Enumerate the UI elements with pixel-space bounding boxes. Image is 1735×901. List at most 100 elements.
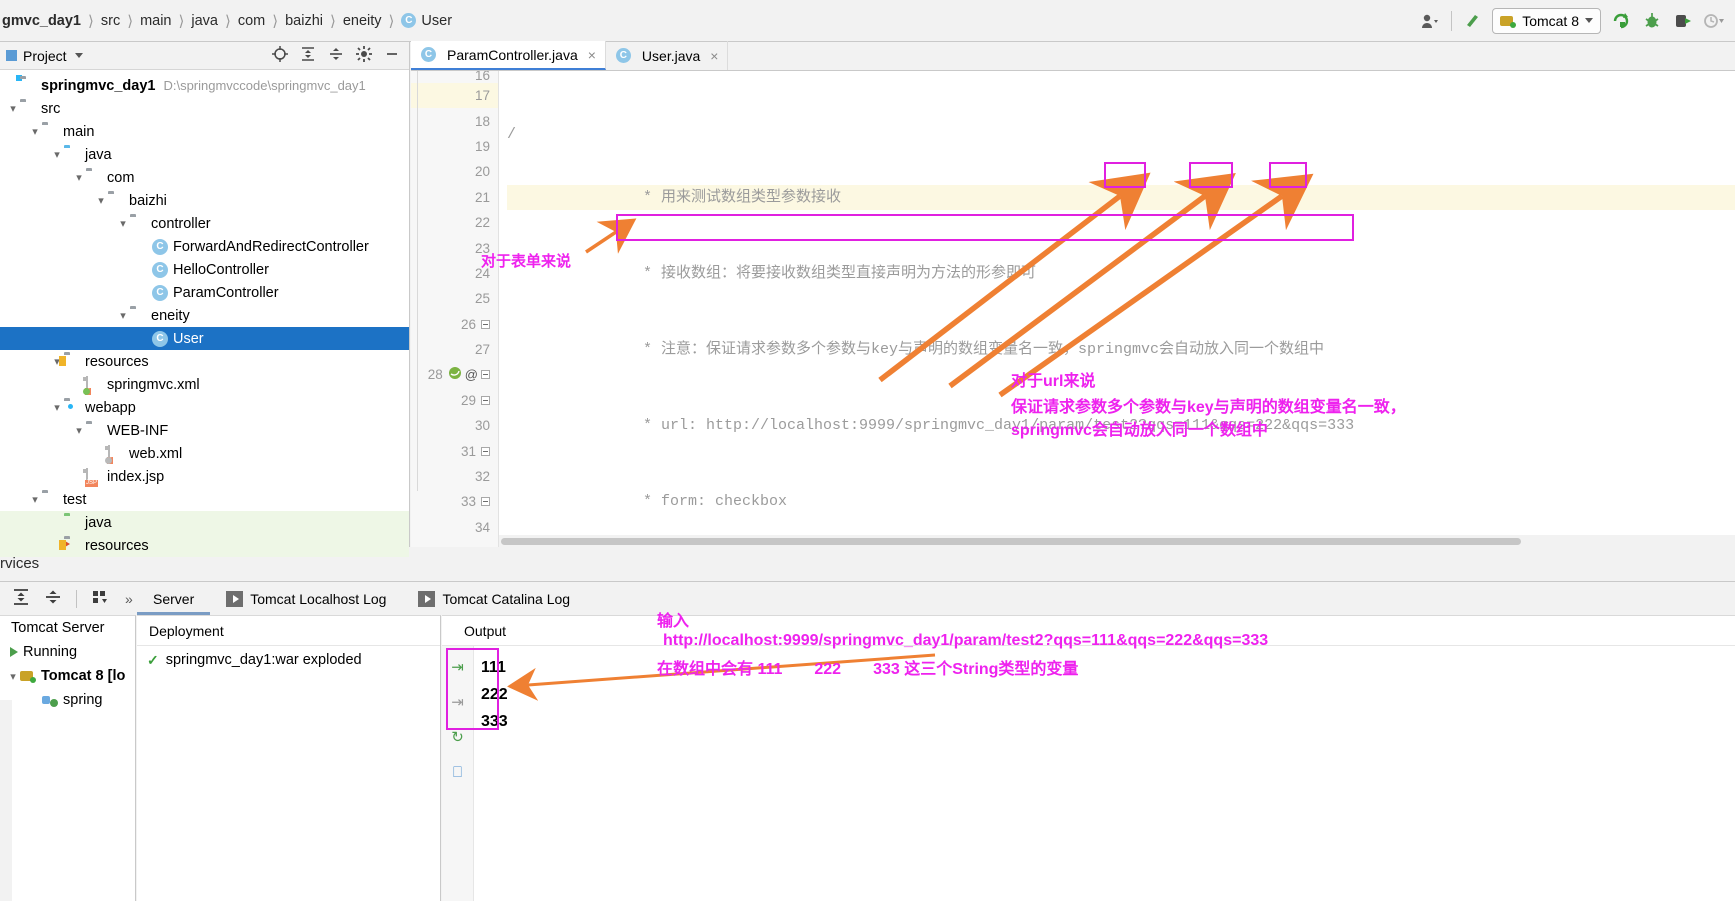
output-header: Output: [442, 616, 1735, 646]
more-chevrons-icon[interactable]: »: [125, 591, 133, 607]
tab-tomcat-catalina-log[interactable]: Tomcat Catalina Log: [402, 582, 586, 615]
rerun-icon[interactable]: [1610, 10, 1632, 32]
tree-chevron-icon[interactable]: ▾: [116, 309, 130, 322]
debug-bug-icon[interactable]: [1641, 10, 1663, 32]
services-tree-item-tomcat-server[interactable]: Tomcat Server: [0, 616, 135, 640]
tree-chevron-icon[interactable]: ▾: [6, 670, 20, 683]
code-viewport[interactable]: 16 17 18 19 20 21 22 23 24 25 26 27 28 @…: [411, 71, 1735, 547]
tree-chevron-icon[interactable]: ▾: [28, 493, 42, 506]
soft-wrap-icon[interactable]: ⇥: [449, 693, 467, 711]
tree-item-label: java: [85, 514, 112, 531]
breadcrumb-item-src[interactable]: src: [101, 13, 120, 29]
expand-all-icon[interactable]: [300, 46, 316, 65]
run-configuration-selector[interactable]: Tomcat 8: [1492, 7, 1601, 34]
tree-item-project-root[interactable]: springmvc_day1 D:\springmvccode\springmv…: [0, 74, 409, 97]
code-text[interactable]: / * 用来测试数组类型参数接收 * 接收数组：将要接收数组类型直接声明为方法的…: [499, 71, 1735, 547]
tree-chevron-icon[interactable]: ▾: [50, 401, 64, 414]
settings-gear-icon[interactable]: [356, 46, 372, 65]
deployment-item[interactable]: ✓ springmvc_day1:war exploded: [137, 646, 440, 674]
build-hammer-icon[interactable]: [1461, 10, 1483, 32]
restart-icon[interactable]: ↻: [449, 728, 467, 746]
tree-item-springmvc-xml[interactable]: < springmvc.xml: [0, 373, 409, 396]
hide-icon[interactable]: [384, 46, 400, 65]
tab-user-java[interactable]: C User.java ×: [606, 41, 729, 70]
collapse-all-icon[interactable]: [328, 46, 344, 65]
breadcrumb-item-user[interactable]: C User: [401, 13, 452, 29]
output-line: 333: [481, 713, 508, 730]
tree-chevron-icon[interactable]: ▾: [116, 217, 130, 230]
tree-item-web-xml[interactable]: < web.xml: [0, 442, 409, 465]
close-icon[interactable]: ×: [710, 48, 718, 64]
tree-chevron-icon[interactable]: ▾: [50, 148, 64, 161]
tab-server[interactable]: Server: [137, 582, 211, 615]
project-tree: springmvc_day1 D:\springmvccode\springmv…: [0, 70, 409, 557]
tree-chevron-icon[interactable]: ▾: [6, 102, 20, 115]
tree-item-hellocontroller[interactable]: C HelloController: [0, 258, 409, 281]
tree-item-main[interactable]: ▾ main: [0, 120, 409, 143]
output-console-text[interactable]: 111 222 333: [475, 654, 508, 735]
tree-item-index-jsp[interactable]: JSP index.jsp: [0, 465, 409, 488]
tree-item-baizhi[interactable]: ▾ baizhi: [0, 189, 409, 212]
tree-item-java[interactable]: ▾ java: [0, 143, 409, 166]
tree-chevron-icon[interactable]: ▾: [72, 171, 86, 184]
tree-item-src[interactable]: ▾ src: [0, 97, 409, 120]
group-by-icon[interactable]: [91, 588, 111, 609]
gutter-line: 16: [411, 71, 498, 83]
tree-item-resources[interactable]: ▾ resources: [0, 350, 409, 373]
breadcrumb-separator-icon: ⟩: [329, 12, 336, 30]
tree-chevron-icon[interactable]: ▾: [94, 194, 108, 207]
expand-all-icon[interactable]: [12, 588, 30, 609]
tree-item-eneity[interactable]: ▾ eneity: [0, 304, 409, 327]
tab-tomcat-localhost-log[interactable]: Tomcat Localhost Log: [210, 582, 402, 615]
gutter-line: 31: [411, 438, 498, 463]
tree-item-forwardandredirectcontroller[interactable]: C ForwardAndRedirectController: [0, 235, 409, 258]
services-tree-item-running[interactable]: Running: [0, 640, 135, 664]
breadcrumb-item-root[interactable]: gmvc_day1: [2, 13, 81, 29]
annotation-marker-icon[interactable]: @: [465, 367, 478, 382]
tree-item-test-java[interactable]: java: [0, 511, 409, 534]
java-class-icon: C: [152, 330, 168, 347]
collapse-all-icon[interactable]: [44, 588, 62, 609]
scroll-to-end-icon[interactable]: ⇥: [449, 658, 467, 676]
tree-item-controller[interactable]: ▾ controller: [0, 212, 409, 235]
profiler-icon[interactable]: [1703, 10, 1725, 32]
tree-item-user[interactable]: C User: [0, 327, 409, 350]
tree-item-webapp[interactable]: ▾ webapp: [0, 396, 409, 419]
jsp-file-icon: JSP: [83, 467, 102, 487]
fold-marker-icon[interactable]: [481, 395, 490, 405]
tree-item-paramcontroller[interactable]: C ParamController: [0, 281, 409, 304]
tree-item-com[interactable]: ▾ com: [0, 166, 409, 189]
tree-item-test-resources[interactable]: resources: [0, 534, 409, 557]
tree-item-test[interactable]: ▾ test: [0, 488, 409, 511]
services-tool-window-label[interactable]: rvices: [0, 555, 410, 581]
services-tree-item-artifact[interactable]: spring: [0, 688, 135, 712]
breadcrumb-item-com[interactable]: com: [238, 13, 265, 29]
tree-chevron-icon[interactable]: ▾: [28, 125, 42, 138]
breadcrumb-item-eneity[interactable]: eneity: [343, 13, 382, 29]
code-line-text: * url: http://localhost:9999/springmvc_d…: [643, 417, 1355, 435]
editor-horizontal-scrollbar[interactable]: [499, 535, 1735, 547]
print-icon[interactable]: ⎕: [449, 763, 467, 781]
user-icon[interactable]: [1420, 10, 1442, 32]
scrollbar-thumb[interactable]: [501, 538, 1521, 545]
editor-gutter[interactable]: 16 17 18 19 20 21 22 23 24 25 26 27 28 @…: [411, 71, 499, 547]
fold-marker-icon[interactable]: [481, 446, 490, 456]
locate-icon[interactable]: [272, 46, 288, 65]
tree-item-web-inf[interactable]: ▾ WEB-INF: [0, 419, 409, 442]
services-tree-item-tomcat8[interactable]: ▾ Tomcat 8 [lo: [0, 664, 135, 688]
fold-marker-icon[interactable]: [481, 319, 490, 329]
close-icon[interactable]: ×: [588, 47, 596, 63]
tree-item-label: springmvc_day1: [41, 77, 156, 94]
tab-paramcontroller-java[interactable]: C ParamController.java ×: [411, 41, 606, 70]
breadcrumb-item-java[interactable]: java: [191, 13, 218, 29]
stop-icon[interactable]: [1672, 10, 1694, 32]
fold-marker-icon[interactable]: [481, 370, 490, 380]
java-class-icon: C: [152, 238, 168, 255]
breadcrumb-item-baizhi[interactable]: baizhi: [285, 13, 323, 29]
spring-bean-icon[interactable]: [448, 366, 462, 383]
fold-marker-icon[interactable]: [481, 497, 490, 507]
breadcrumb-item-main[interactable]: main: [140, 13, 171, 29]
chevron-down-icon[interactable]: [74, 53, 83, 58]
line-number: 22: [474, 215, 490, 231]
tree-chevron-icon[interactable]: ▾: [72, 424, 86, 437]
